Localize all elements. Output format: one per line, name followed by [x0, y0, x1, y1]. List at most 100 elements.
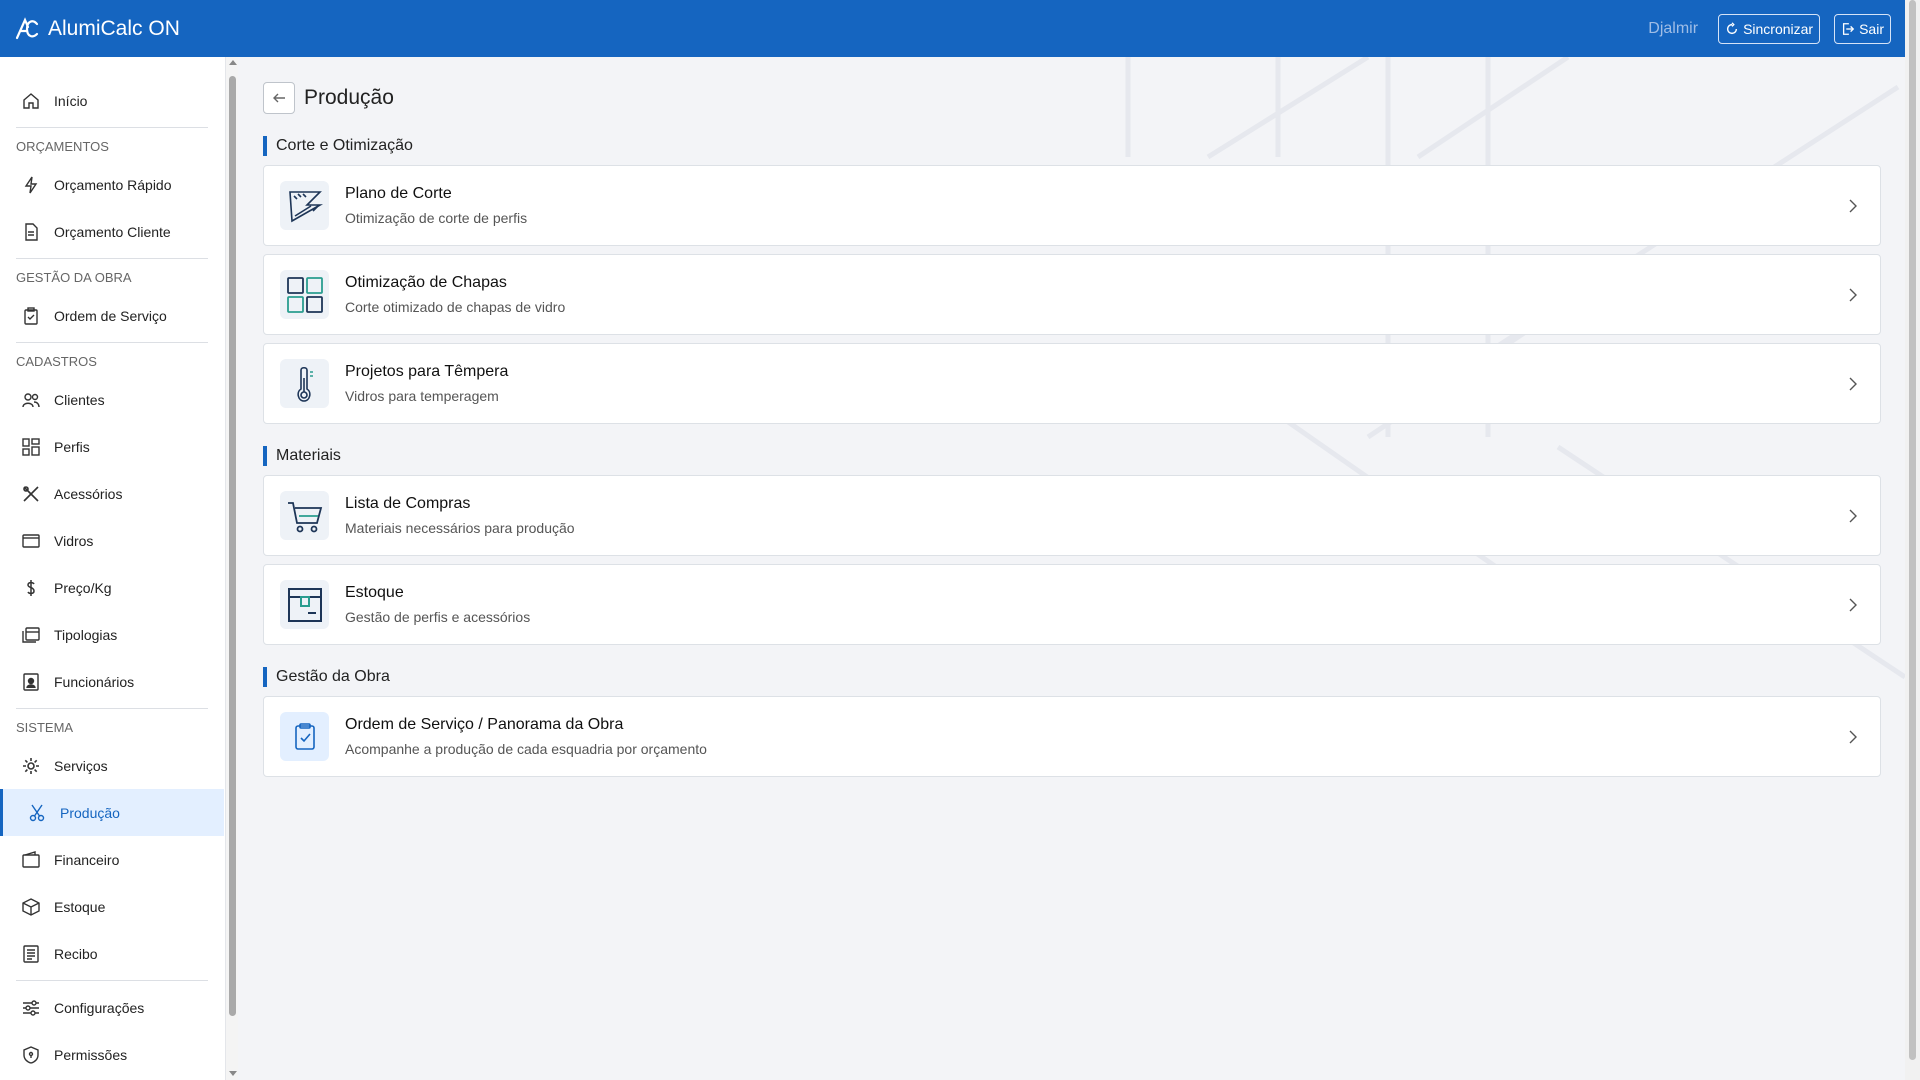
sidebar-divider	[16, 258, 208, 259]
sidebar-item-recibo[interactable]: Recibo	[0, 930, 224, 977]
logout-button[interactable]: Sair	[1834, 13, 1891, 44]
sidebar-item-label: Financeiro	[54, 851, 120, 868]
ruler-cut-icon	[280, 181, 329, 230]
sidebar-divider	[16, 980, 208, 981]
sidebar-item-permissoes[interactable]: Permissões	[0, 1031, 224, 1078]
box-icon	[280, 580, 329, 629]
wallet-icon	[22, 850, 40, 868]
sidebar: Início ORÇAMENTOS Orçamento Rápido Orçam…	[0, 57, 226, 1080]
card-projetos-tempera[interactable]: Projetos para Têmpera Vidros para temper…	[263, 343, 1881, 424]
badge-person-icon	[23, 672, 39, 691]
sidebar-item-financeiro[interactable]: Financeiro	[0, 836, 224, 883]
sidebar-item-label: Perfis	[54, 438, 90, 455]
sidebar-item-label: Orçamento Rápido	[54, 176, 172, 193]
scroll-down-arrow-icon[interactable]	[229, 1071, 237, 1076]
page-title: Produção	[304, 86, 394, 109]
sidebar-item-perfis[interactable]: Perfis	[0, 423, 224, 470]
gear-icon	[23, 757, 39, 774]
card-title: Projetos para Têmpera	[345, 363, 509, 380]
sidebar-item-configuracoes[interactable]: Configurações	[0, 984, 224, 1031]
sidebar-item-preco-kg[interactable]: Preço/Kg	[0, 564, 224, 611]
sidebar-section-cadastros: CADASTROS	[16, 353, 97, 369]
chevron-right-icon	[1849, 199, 1857, 212]
sidebar-item-label: Produção	[60, 804, 120, 821]
production-page: Produção Corte e Otimização Plano de Cor…	[263, 82, 1881, 777]
window-icon	[22, 533, 40, 548]
sidebar-item-label: Ordem de Serviço	[54, 307, 167, 324]
box-icon	[22, 897, 40, 916]
sidebar-item-inicio[interactable]: Início	[0, 77, 224, 124]
sidebar-divider	[16, 708, 208, 709]
document-icon	[25, 222, 38, 241]
card-title: Lista de Compras	[345, 495, 471, 512]
sidebar-item-ordem-servico[interactable]: Ordem de Serviço	[0, 292, 224, 339]
thermometer-icon	[280, 359, 329, 408]
tools-icon	[23, 485, 39, 502]
card-subtitle: Gestão de perfis e acessórios	[345, 609, 531, 625]
sidebar-item-orcamento-rapido[interactable]: Orçamento Rápido	[0, 161, 224, 208]
app-logo-icon	[15, 16, 39, 39]
sidebar-item-acessorios[interactable]: Acessórios	[0, 470, 224, 517]
sync-label: Sincronizar	[1743, 20, 1814, 37]
chevron-right-icon	[1849, 598, 1857, 611]
card-title: Otimização de Chapas	[345, 274, 507, 291]
cart-icon	[280, 491, 329, 540]
sidebar-item-label: Acessórios	[54, 485, 123, 502]
sidebar-item-funcionarios[interactable]: Funcionários	[0, 658, 224, 705]
sidebar-item-label: Configurações	[54, 999, 145, 1016]
card-otimizacao-chapas[interactable]: Otimização de Chapas Corte otimizado de …	[263, 254, 1881, 335]
card-subtitle: Otimização de corte de perfis	[345, 210, 528, 226]
page-header: Produção	[263, 82, 1881, 114]
card-subtitle: Corte otimizado de chapas de vidro	[345, 299, 566, 315]
card-lista-compras[interactable]: Lista de Compras Materiais necessários p…	[263, 475, 1881, 556]
sidebar-item-tipologias[interactable]: Tipologias	[0, 611, 224, 658]
page-scrollbar-thumb[interactable]	[1909, 0, 1916, 1060]
sidebar-item-label: Recibo	[54, 945, 98, 962]
sidebar-item-label: Preço/Kg	[54, 579, 112, 596]
sidebar-item-label: Início	[54, 92, 88, 109]
section-corte-otimizacao: Corte e Otimização	[263, 136, 1881, 156]
brand[interactable]: AlumiCalc ON	[14, 16, 180, 42]
card-subtitle: Materiais necessários para produção	[345, 520, 575, 536]
logout-label: Sair	[1859, 20, 1884, 37]
sidebar-scrollbar-thumb[interactable]	[229, 76, 236, 1016]
arrow-left-icon	[273, 93, 285, 103]
section-gestao-obra: Gestão da Obra	[263, 667, 1881, 687]
card-estoque[interactable]: Estoque Gestão de perfis e acessórios	[263, 564, 1881, 645]
sidebar-item-estoque[interactable]: Estoque	[0, 883, 224, 930]
user-name: Djalmir	[1648, 19, 1699, 37]
app-title: AlumiCalc ON	[48, 16, 180, 40]
card-ordem-servico-panorama[interactable]: Ordem de Serviço / Panorama da Obra Acom…	[263, 696, 1881, 777]
main-content: Produção Corte e Otimização Plano de Cor…	[238, 57, 1905, 1080]
sidebar-item-orcamento-cliente[interactable]: Orçamento Cliente	[0, 208, 224, 255]
sidebar-item-label: Permissões	[54, 1046, 128, 1063]
card-plano-de-corte[interactable]: Plano de Corte Otimização de corte de pe…	[263, 165, 1881, 246]
shield-icon	[23, 1045, 39, 1064]
sidebar-item-label: Clientes	[54, 391, 105, 408]
scroll-up-arrow-icon[interactable]	[229, 60, 237, 65]
sidebar-item-vidros[interactable]: Vidros	[0, 517, 224, 564]
users-icon	[22, 392, 40, 407]
refresh-icon	[1727, 21, 1738, 34]
sidebar-item-label: Vidros	[54, 532, 94, 549]
card-subtitle: Vidros para temperagem	[345, 388, 499, 404]
sidebar-item-producao[interactable]: Produção	[0, 789, 224, 836]
home-icon	[23, 92, 39, 109]
card-subtitle: Acompanhe a produção de cada esquadria p…	[345, 741, 707, 757]
clipboard-check-icon	[280, 712, 329, 761]
sidebar-item-clientes[interactable]: Clientes	[0, 376, 224, 423]
sync-button[interactable]: Sincronizar	[1718, 13, 1821, 44]
sliders-icon	[23, 999, 39, 1016]
sidebar-item-label: Serviços	[54, 757, 108, 774]
section-materiais: Materiais	[263, 446, 1881, 466]
back-button[interactable]	[263, 82, 295, 114]
grid-icon	[22, 437, 40, 456]
sidebar-item-label: Estoque	[54, 898, 106, 915]
sidebar-divider	[16, 127, 208, 128]
chevron-right-icon	[1849, 377, 1857, 390]
sidebar-item-label: Tipologias	[54, 626, 118, 643]
sidebar-item-servicos[interactable]: Serviços	[0, 742, 224, 789]
chevron-right-icon	[1849, 509, 1857, 522]
card-title: Plano de Corte	[345, 185, 452, 202]
chevron-right-icon	[1849, 730, 1857, 743]
